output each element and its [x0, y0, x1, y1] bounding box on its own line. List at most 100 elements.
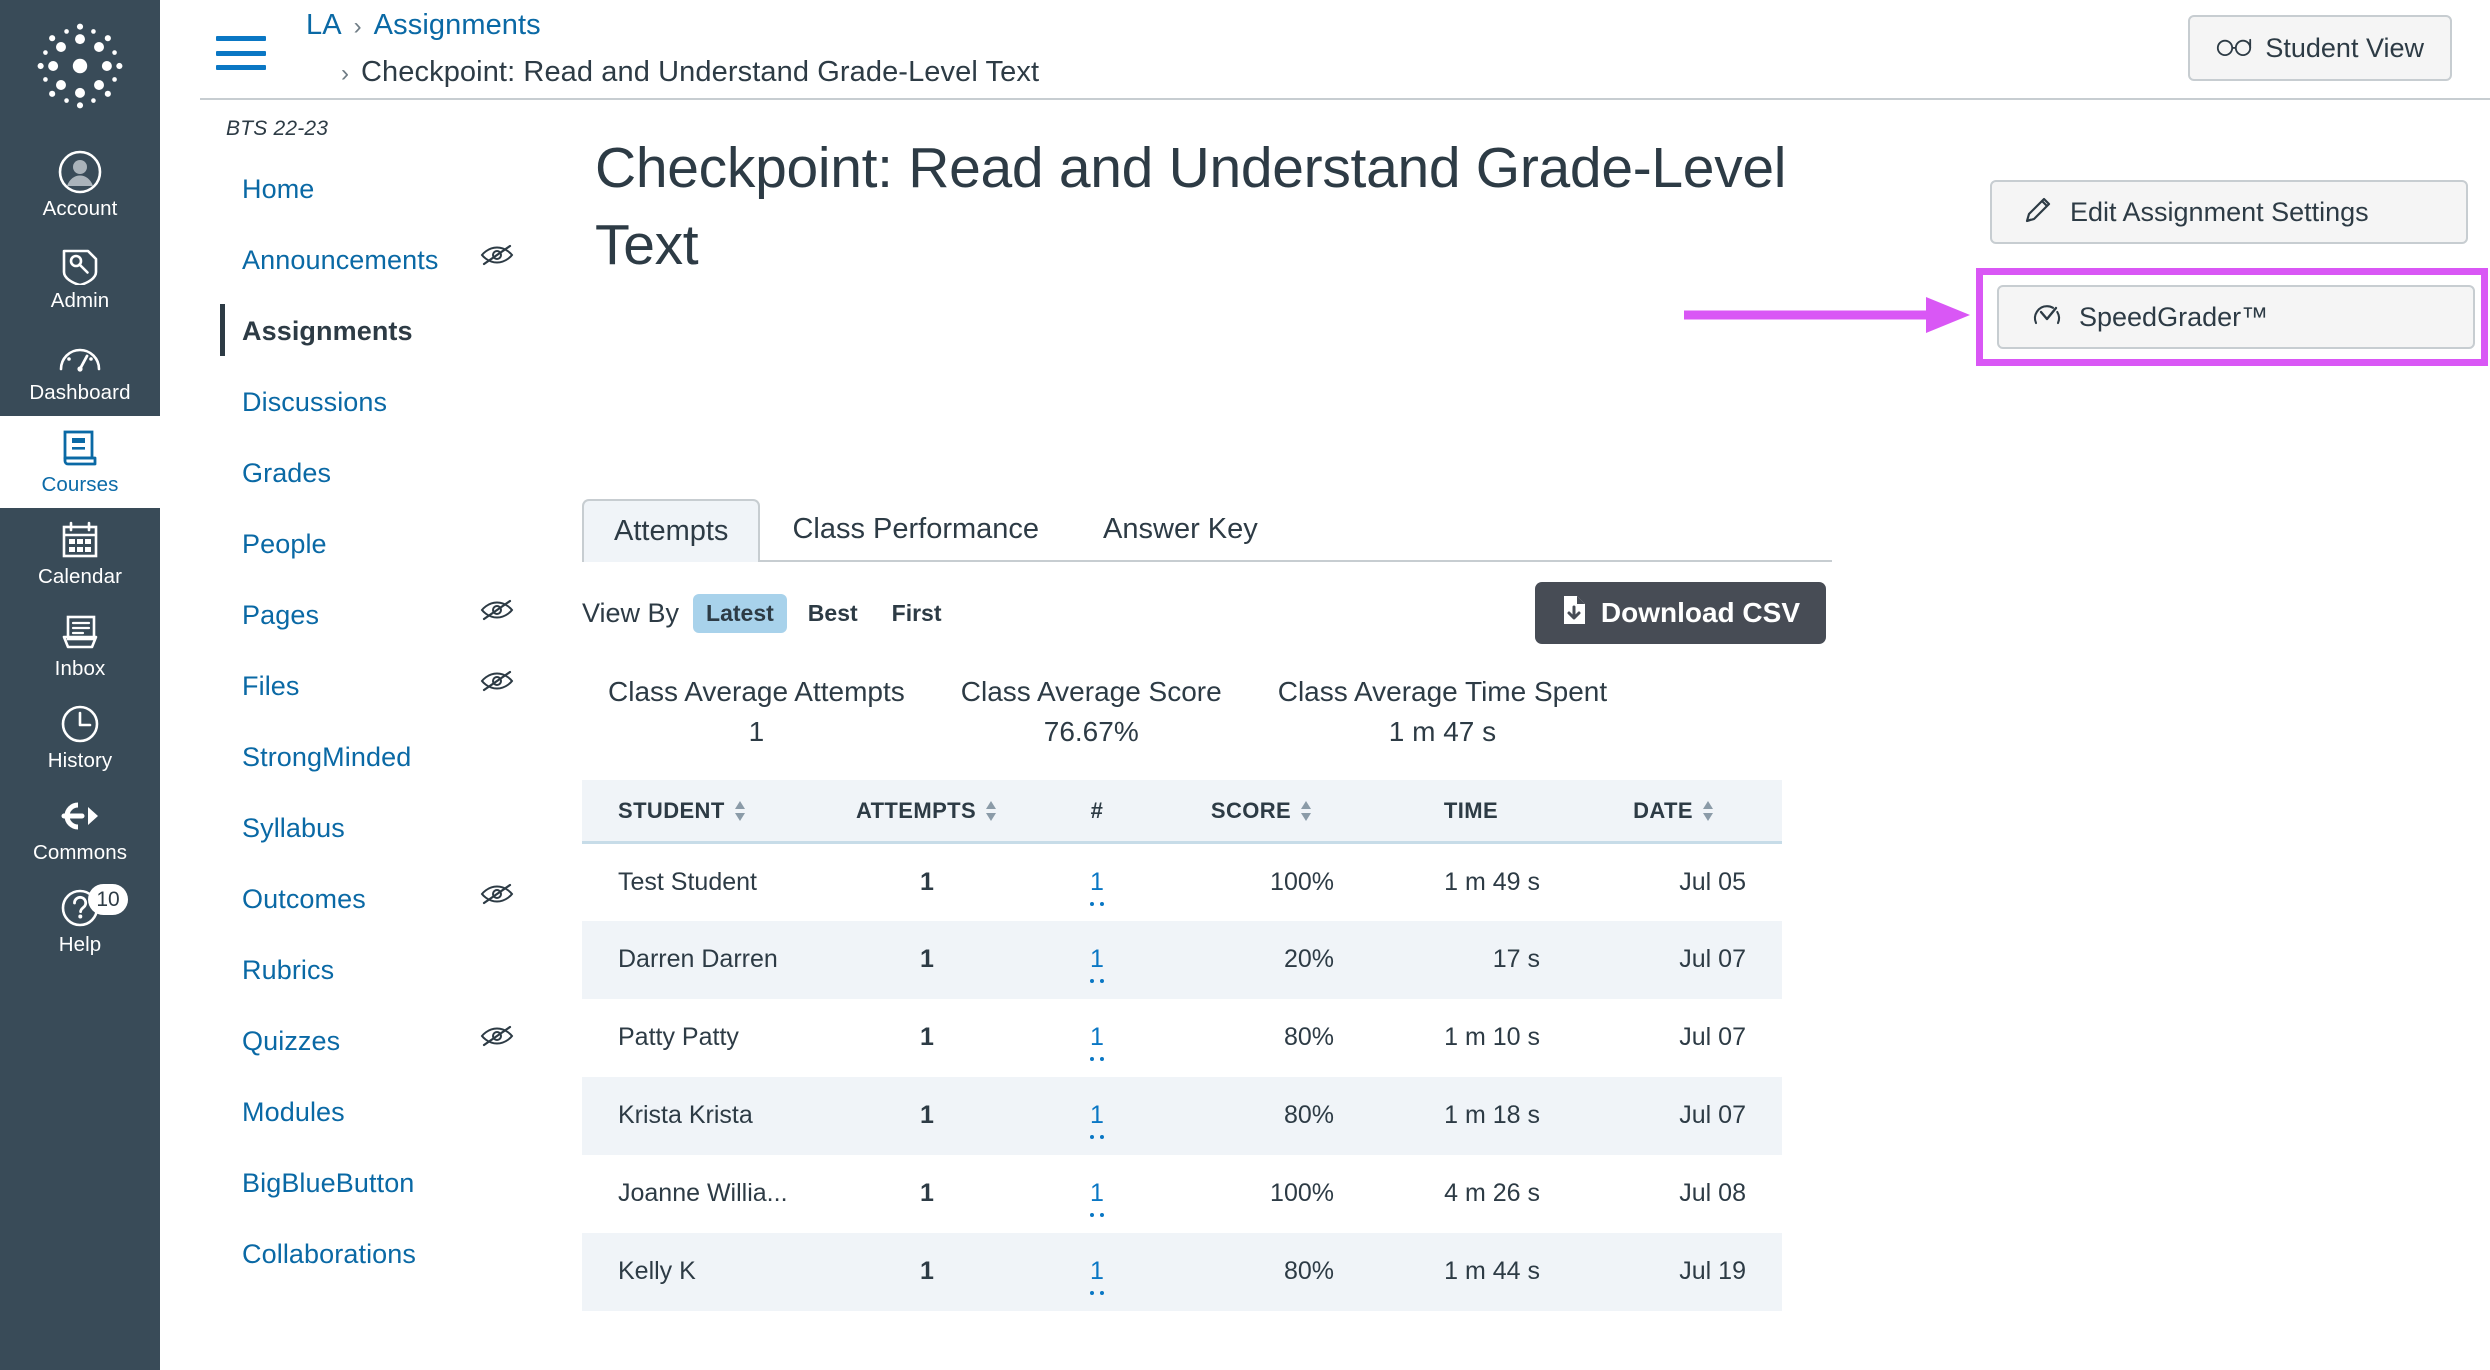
student-view-button[interactable]: Student View	[2188, 15, 2452, 81]
course-nav-label[interactable]: Quizzes	[242, 1025, 340, 1057]
course-nav-label[interactable]: Collaborations	[242, 1238, 416, 1270]
course-nav-label[interactable]: Outcomes	[242, 883, 366, 915]
course-nav-label[interactable]: People	[242, 528, 327, 560]
course-nav-label[interactable]: Grades	[242, 457, 331, 489]
course-nav-label[interactable]: BigBlueButton	[242, 1167, 414, 1199]
cell-time: 1 m 18 s	[1444, 1101, 1540, 1129]
sort-arrows-icon[interactable]	[1701, 800, 1715, 822]
course-nav-item-strongminded[interactable]: StrongMinded	[220, 734, 580, 780]
course-nav-item-announcements[interactable]: Announcements	[220, 237, 580, 283]
course-nav-item-modules[interactable]: Modules	[220, 1089, 580, 1135]
course-nav-label[interactable]: Announcements	[242, 244, 438, 276]
course-nav-label[interactable]: Files	[242, 670, 300, 702]
column-header-attempts[interactable]: ATTEMPTS	[832, 780, 1022, 844]
course-nav-label[interactable]: Discussions	[242, 386, 387, 418]
attempt-number-link[interactable]: 1	[1090, 945, 1104, 983]
stat-label: Class Average Score	[960, 676, 1222, 707]
global-nav-item-help[interactable]: 10 Help	[0, 876, 160, 968]
view-by-option-latest[interactable]: Latest	[693, 593, 787, 633]
cell-date: Jul 07	[1679, 945, 1746, 973]
table-row[interactable]: Test Student 1 1 100% 1 m 49 s Jul 05	[582, 843, 1782, 921]
view-by-option-best[interactable]: Best	[795, 594, 871, 633]
edit-assignment-settings-button[interactable]: Edit Assignment Settings	[1990, 180, 2468, 244]
course-nav-item-home[interactable]: Home	[220, 166, 580, 212]
global-nav-item-calendar[interactable]: Calendar	[0, 508, 160, 600]
eyeglasses-icon	[2216, 33, 2252, 64]
global-nav-item-inbox[interactable]: Inbox	[0, 600, 160, 692]
course-nav-item-quizzes[interactable]: Quizzes	[220, 1018, 580, 1064]
course-nav-label[interactable]: Modules	[242, 1096, 345, 1128]
hidden-from-students-eye-icon	[480, 882, 514, 911]
cell-date: Jul 08	[1679, 1179, 1746, 1207]
table-row[interactable]: Patty Patty 1 1 80% 1 m 10 s Jul 07	[582, 999, 1782, 1077]
tab-attempts[interactable]: Attempts	[582, 499, 761, 562]
course-nav-item-discussions[interactable]: Discussions	[220, 379, 580, 425]
course-nav-item-outcomes[interactable]: Outcomes	[220, 876, 580, 922]
attempt-number-link[interactable]: 1	[1090, 1179, 1104, 1217]
attempt-number-link[interactable]: 1	[1090, 1023, 1104, 1061]
table-row[interactable]: Kelly K 1 1 80% 1 m 44 s Jul 19	[582, 1232, 1782, 1311]
column-header-student[interactable]: STUDENT	[582, 780, 832, 844]
column-header-score[interactable]: SCORE	[1172, 780, 1392, 844]
global-nav-item-courses[interactable]: Courses	[0, 416, 160, 508]
breadcrumb-assignments-link[interactable]: Assignments	[374, 6, 541, 44]
hamburger-bar	[216, 65, 266, 70]
book-icon	[59, 425, 101, 471]
view-by-option-first[interactable]: First	[879, 594, 955, 633]
speedgrader-label: SpeedGrader™	[2079, 301, 2269, 332]
column-label: TIME	[1443, 798, 1499, 823]
global-nav-item-history[interactable]: History	[0, 692, 160, 784]
breadcrumb: LA › Assignments › Checkpoint: Read and …	[306, 6, 1906, 91]
course-nav-label[interactable]: StrongMinded	[242, 741, 411, 773]
course-nav-item-rubrics[interactable]: Rubrics	[220, 947, 580, 993]
global-nav-item-account[interactable]: Account	[0, 140, 160, 232]
course-nav-item-people[interactable]: People	[220, 521, 580, 567]
cell-date: Jul 19	[1679, 1257, 1746, 1285]
course-nav-label[interactable]: Pages	[242, 599, 319, 631]
course-nav-item-syllabus[interactable]: Syllabus	[220, 805, 580, 851]
course-nav-item-bigbluebutton[interactable]: BigBlueButton	[220, 1160, 580, 1206]
table-row[interactable]: Krista Krista 1 1 80% 1 m 18 s Jul 07	[582, 1076, 1782, 1155]
course-nav-label[interactable]: Assignments	[242, 315, 413, 347]
course-nav-item-files[interactable]: Files	[220, 663, 580, 709]
table-row[interactable]: Joanne Willia... 1 1 100% 4 m 26 s Jul 0…	[582, 1155, 1782, 1233]
table-row[interactable]: Darren Darren 1 1 20% 17 s Jul 07	[582, 920, 1782, 999]
account-avatar-icon	[58, 149, 102, 195]
course-nav-item-collaborations[interactable]: Collaborations	[220, 1231, 580, 1277]
course-nav-item-assignments[interactable]: Assignments	[220, 304, 580, 356]
cell-score: 80%	[1283, 1023, 1334, 1051]
top-bar: LA › Assignments › Checkpoint: Read and …	[200, 0, 2490, 100]
attempt-number-link[interactable]: 1	[1090, 1101, 1104, 1139]
sort-arrows-icon[interactable]	[733, 800, 747, 822]
course-nav-item-grades[interactable]: Grades	[220, 450, 580, 496]
download-csv-button[interactable]: Download CSV	[1534, 582, 1826, 644]
stat-value: 1	[748, 716, 765, 747]
global-nav-item-dashboard[interactable]: Dashboard	[0, 324, 160, 416]
breadcrumb-current-page: Checkpoint: Read and Understand Grade-Le…	[361, 56, 1040, 88]
course-nav-label[interactable]: Syllabus	[242, 812, 345, 844]
cell-attempt-number: 1	[1022, 921, 1172, 999]
speedgrader-button[interactable]: SpeedGrader™	[1997, 285, 2475, 349]
column-header-date[interactable]: DATE	[1592, 780, 1782, 844]
cell-attempt-number: 1	[1022, 1077, 1172, 1155]
global-nav-item-admin[interactable]: Admin	[0, 232, 160, 324]
tab-class-performance[interactable]: Class Performance	[760, 497, 1071, 560]
course-nav-item-pages[interactable]: Pages	[220, 592, 580, 638]
attempt-number-link[interactable]: 1	[1090, 867, 1104, 906]
breadcrumb-course-link[interactable]: LA	[306, 6, 342, 44]
course-nav-label[interactable]: Home	[242, 173, 314, 205]
canvas-logo[interactable]	[32, 18, 128, 114]
course-term-label: BTS 22-23	[226, 117, 329, 140]
attempt-number-link[interactable]: 1	[1090, 1257, 1104, 1295]
stat-class-average-score: Class Average Score 76.67%	[961, 674, 1222, 752]
sort-arrows-icon[interactable]	[984, 800, 998, 822]
hamburger-icon[interactable]	[210, 32, 272, 74]
global-nav-item-commons[interactable]: Commons	[0, 784, 160, 876]
hidden-from-students-eye-icon	[480, 243, 514, 272]
global-nav-label: Inbox	[54, 657, 106, 680]
course-nav-label[interactable]: Rubrics	[242, 954, 334, 986]
tab-answer-key[interactable]: Answer Key	[1071, 497, 1290, 560]
global-nav-label: Help	[58, 933, 102, 956]
sort-arrows-icon[interactable]	[1299, 800, 1313, 822]
global-nav-label: Dashboard	[29, 381, 131, 404]
